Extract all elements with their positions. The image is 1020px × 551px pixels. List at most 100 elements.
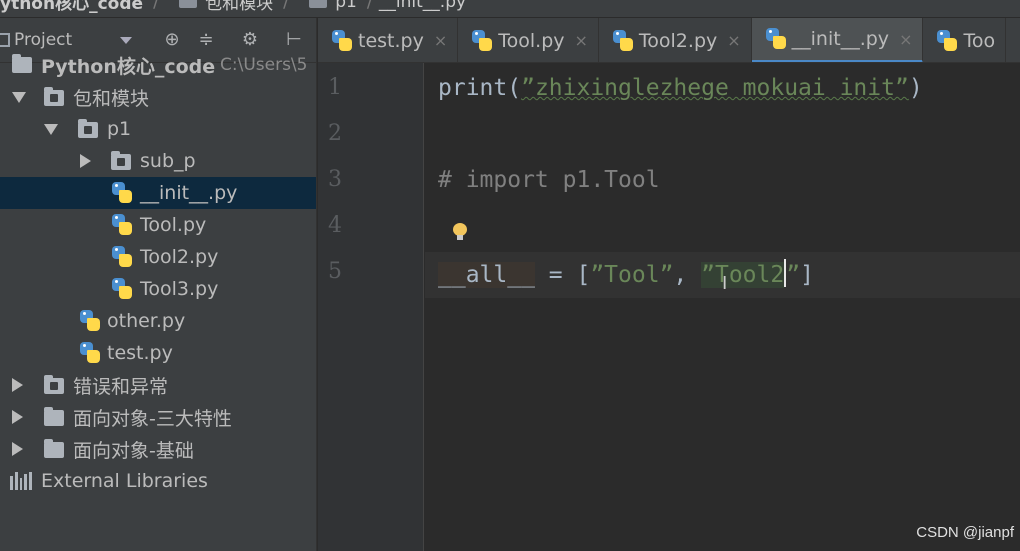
tab-tool-truncated[interactable]: Too	[923, 18, 1007, 62]
close-icon[interactable]: ×	[575, 31, 588, 50]
collapsed-arrow-icon[interactable]	[12, 410, 23, 424]
package-folder-icon	[78, 119, 98, 138]
expand-arrow-icon[interactable]	[12, 92, 26, 103]
line-number: 3	[328, 167, 342, 192]
folder-icon	[179, 0, 198, 8]
tree-item-label: other.py	[107, 310, 186, 332]
tree-item-root[interactable]: Python核心_code C:\Users\5	[0, 49, 316, 81]
code-token-string: ”zhixinglezhege mokuai init”	[521, 75, 909, 101]
python-file-icon	[332, 29, 352, 52]
tree-item-label: 面向对象-三大特性	[73, 407, 232, 430]
tree-item-path: C:\Users\5	[220, 55, 308, 75]
ibeam-cursor-icon: I	[722, 273, 727, 294]
tree-item-label: Python核心_code	[41, 55, 216, 78]
tree-item-tool2-py[interactable]: Tool2.py	[0, 241, 316, 273]
editor-tabs: test.py × Tool.py × Tool2.py × __init__.…	[318, 18, 1020, 63]
target-icon[interactable]: ⊕	[162, 30, 182, 50]
code-line-3[interactable]: # import p1.Tool	[438, 167, 660, 193]
python-file-icon	[937, 29, 958, 52]
close-icon[interactable]: ×	[727, 31, 740, 50]
tree-item-label: Tool3.py	[140, 278, 219, 300]
project-view-label[interactable]: Project	[14, 30, 72, 50]
code-token-quote: ”	[786, 262, 801, 288]
gear-icon[interactable]: ⚙	[240, 30, 260, 50]
python-file-icon	[112, 214, 132, 236]
code-token-paren: )	[908, 75, 923, 101]
tree-item-package[interactable]: 包和模块	[0, 81, 316, 113]
breadcrumb-separator: /	[366, 0, 373, 12]
tree-item-test-py[interactable]: test.py	[0, 337, 316, 369]
code-editor[interactable]: print(”zhixinglezhege mokuai init”) # im…	[425, 63, 1020, 551]
tree-item-label: 错误和异常	[73, 375, 169, 398]
tree-item-tool-py[interactable]: Tool.py	[0, 209, 316, 241]
tree-item-oop-basics[interactable]: 面向对象-基础	[0, 433, 316, 465]
breadcrumb: ython核心_code / 包和模块 / p1 / __init__.py	[0, 0, 1020, 18]
python-file-icon	[472, 29, 493, 52]
breadcrumb-item-package[interactable]: 包和模块	[165, 0, 273, 14]
code-line-1[interactable]: print(”zhixinglezhege mokuai init”)	[438, 75, 923, 101]
package-folder-icon	[111, 151, 131, 170]
tree-item-tool3-py[interactable]: Tool3.py	[0, 273, 316, 305]
collapsed-arrow-icon[interactable]	[12, 378, 23, 392]
hide-panel-icon[interactable]: ⊢	[284, 30, 304, 50]
code-token-bracket: ]	[800, 262, 814, 288]
project-panel: Project ⊕ ≑ ⚙ ⊢ Python核心_code C:\Users\5…	[0, 18, 317, 551]
code-token-string: ”Tool”	[590, 262, 674, 288]
package-folder-icon	[44, 87, 64, 106]
tree-item-label: __init__.py	[140, 182, 238, 204]
watermark: CSDN @jianpf	[916, 524, 1014, 541]
close-icon[interactable]: ×	[434, 31, 447, 50]
line-number: 2	[328, 121, 342, 146]
breadcrumb-item-file[interactable]: __init__.py	[379, 0, 466, 12]
python-file-icon	[612, 29, 633, 52]
tree-item-label: p1	[107, 118, 132, 140]
collapsed-arrow-icon[interactable]	[12, 442, 23, 456]
breadcrumb-item-p1[interactable]: p1	[295, 0, 357, 12]
tree-item-p1[interactable]: p1	[0, 113, 316, 145]
tab-tool2-py[interactable]: Tool2.py ×	[599, 18, 752, 62]
chevron-down-icon[interactable]	[120, 37, 132, 44]
collapse-all-icon[interactable]: ≑	[196, 30, 216, 50]
collapsed-arrow-icon[interactable]	[80, 154, 91, 168]
close-icon[interactable]: ×	[899, 30, 912, 49]
tree-item-label: test.py	[107, 342, 173, 364]
tab-test-py[interactable]: test.py ×	[318, 18, 459, 62]
expand-arrow-icon[interactable]	[44, 124, 58, 135]
tab-init-py[interactable]: __init__.py ×	[751, 18, 924, 62]
tree-item-errors[interactable]: 错误和异常	[0, 369, 316, 401]
code-token-string: ”Tool2	[701, 262, 785, 288]
code-line-5[interactable]: __all__ = [”Tool”, ”Tool2”]	[438, 259, 814, 288]
tree-item-label: Tool2.py	[140, 246, 219, 268]
tree-item-init-py[interactable]: __init__.py	[0, 177, 316, 209]
tree-item-label: 包和模块	[73, 87, 150, 110]
tab-tool-py[interactable]: Tool.py ×	[458, 18, 599, 62]
breadcrumb-separator: /	[153, 0, 160, 12]
line-number: 5	[328, 259, 342, 284]
folder-icon	[44, 439, 64, 458]
python-file-icon	[80, 310, 100, 332]
line-number-gutter: 1 2 3 4 5	[318, 63, 424, 551]
python-file-icon	[112, 278, 132, 300]
python-file-icon	[112, 182, 132, 204]
tree-item-sub-p[interactable]: sub_p	[0, 145, 316, 177]
tree-item-external-libraries[interactable]: External Libraries	[0, 465, 316, 497]
tree-item-oop-features[interactable]: 面向对象-三大特性	[0, 401, 316, 433]
library-icon	[10, 472, 32, 490]
tab-label: test.py	[358, 29, 424, 52]
lightbulb-icon[interactable]	[453, 223, 467, 241]
tree-item-other-py[interactable]: other.py	[0, 305, 316, 337]
code-token-dunder: __all__	[438, 262, 535, 288]
project-view-icon	[0, 33, 10, 47]
line-number: 4	[328, 213, 342, 238]
folder-icon	[12, 54, 32, 73]
python-file-icon	[765, 28, 786, 50]
breadcrumb-item-project[interactable]: ython核心_code	[0, 0, 143, 14]
breadcrumb-separator: /	[283, 0, 290, 12]
code-token-function: print(	[438, 75, 522, 101]
code-token-comma: ,	[673, 262, 702, 288]
tree-item-label: Tool.py	[140, 214, 207, 236]
line-number: 1	[328, 75, 342, 100]
folder-icon	[309, 0, 328, 8]
tab-label: Tool2.py	[638, 29, 718, 52]
package-folder-icon	[44, 375, 64, 394]
